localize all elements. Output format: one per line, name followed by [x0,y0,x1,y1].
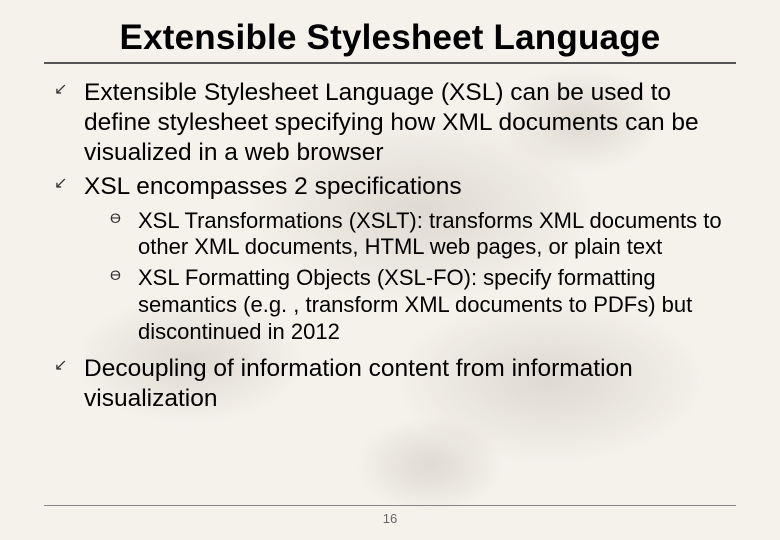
bullet-item: Extensible Stylesheet Language (XSL) can… [50,78,736,168]
bullet-item: XSL encompasses 2 specifications XSL Tra… [50,172,736,346]
title-underline [44,62,736,64]
bullet-item: Decoupling of information content from i… [50,354,736,414]
slide-title: Extensible Stylesheet Language [44,18,736,58]
bullet-text: Extensible Stylesheet Language (XSL) can… [84,79,699,166]
bullet-list: Extensible Stylesheet Language (XSL) can… [44,78,736,413]
sub-bullet-text: XSL Transformations (XSLT): transforms X… [138,208,722,260]
sub-bullet-text: XSL Formatting Objects (XSL-FO): specify… [138,265,692,344]
sub-bullet-item: XSL Formatting Objects (XSL-FO): specify… [108,265,736,345]
sub-bullet-item: XSL Transformations (XSLT): transforms X… [108,208,736,262]
page-number: 16 [0,511,780,526]
bullet-text: XSL encompasses 2 specifications [84,173,462,200]
footer-rule [44,505,736,506]
sub-bullet-list: XSL Transformations (XSLT): transforms X… [84,208,736,346]
bullet-text: Decoupling of information content from i… [84,355,633,412]
slide: Extensible Stylesheet Language Extensibl… [0,0,780,540]
